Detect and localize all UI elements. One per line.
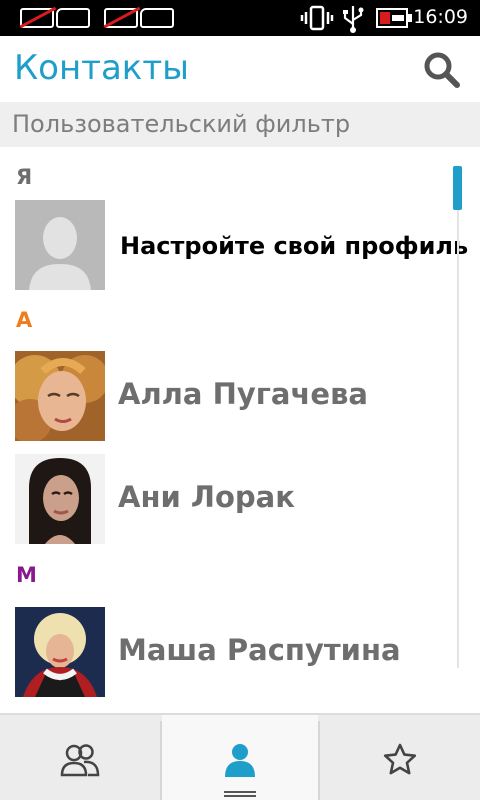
person-icon (225, 744, 255, 777)
app-header: Контакты (0, 36, 480, 102)
list-item[interactable]: Алла Пугачева (0, 351, 456, 443)
contact-name: Ани Лорак (118, 480, 295, 514)
photo-avatar (15, 351, 105, 441)
search-button[interactable] (422, 50, 462, 90)
vibrate-icon (300, 5, 334, 31)
groups-icon (60, 744, 100, 777)
contact-name: Маша Распутина (118, 633, 401, 667)
section-letter-text: М (16, 563, 37, 587)
section-letter: А (16, 308, 32, 332)
battery-charging-icon (376, 8, 408, 28)
section-letter: М (16, 563, 37, 587)
list-item[interactable]: Маша Распутина (0, 607, 456, 699)
sim-2-no-signal-icon (104, 8, 138, 28)
tab-favorites[interactable] (320, 715, 480, 800)
contact-list[interactable]: Я Настройте свой профиль А Алла Пугачева… (0, 147, 480, 713)
placeholder-avatar (15, 200, 105, 290)
status-bar: 16:09 (0, 0, 480, 36)
status-time: 16:09 (413, 6, 468, 28)
section-letter: Я (16, 165, 32, 189)
person-silhouette-icon (15, 200, 105, 290)
photo-avatar (15, 454, 105, 544)
active-tab-indicator (224, 791, 256, 799)
section-letter-text: Я (16, 165, 33, 189)
tab-groups[interactable] (0, 715, 160, 800)
search-icon (424, 52, 460, 88)
section-letter-text: А (16, 308, 33, 332)
filter-label: Пользовательский фильтр (12, 110, 351, 138)
scrollbar-track[interactable] (457, 166, 459, 668)
battery-tip (408, 14, 412, 22)
star-icon (383, 743, 417, 775)
sim-2-slot-icon (140, 8, 174, 28)
tab-contacts[interactable] (162, 715, 318, 800)
filter-bar[interactable]: Пользовательский фильтр (0, 102, 480, 147)
page-title: Контакты (14, 48, 189, 88)
contact-name: Алла Пугачева (118, 377, 368, 411)
sim-1-no-signal-icon (20, 8, 54, 28)
list-item[interactable]: Ани Лорак (0, 454, 456, 546)
scrollbar-thumb[interactable] (453, 166, 462, 210)
contact-name: Настройте свой профиль (120, 232, 469, 260)
bottom-navigation (0, 713, 480, 800)
sim-1-slot-icon (56, 8, 90, 28)
photo-avatar (15, 607, 105, 697)
usb-icon (343, 6, 364, 33)
list-item-profile[interactable]: Настройте свой профиль (0, 200, 468, 292)
